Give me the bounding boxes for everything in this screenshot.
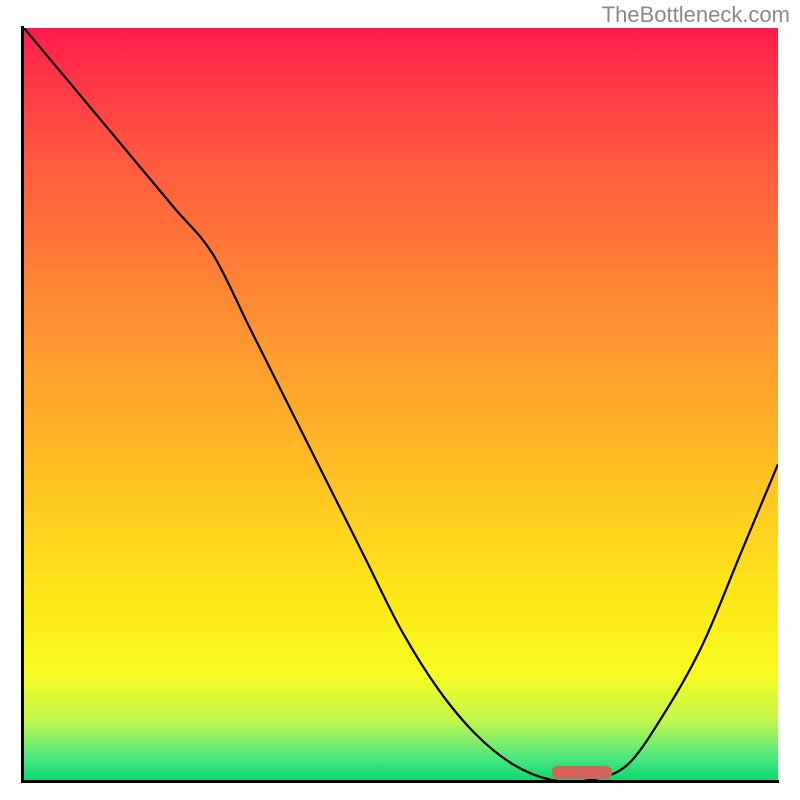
performance-curve [24,28,778,780]
curve-layer [24,28,778,780]
plot-area [24,28,778,780]
x-axis-line [21,780,779,783]
watermark-label: TheBottleneck.com [602,2,790,28]
optimal-marker [552,766,612,779]
bottleneck-chart: TheBottleneck.com [0,0,800,800]
